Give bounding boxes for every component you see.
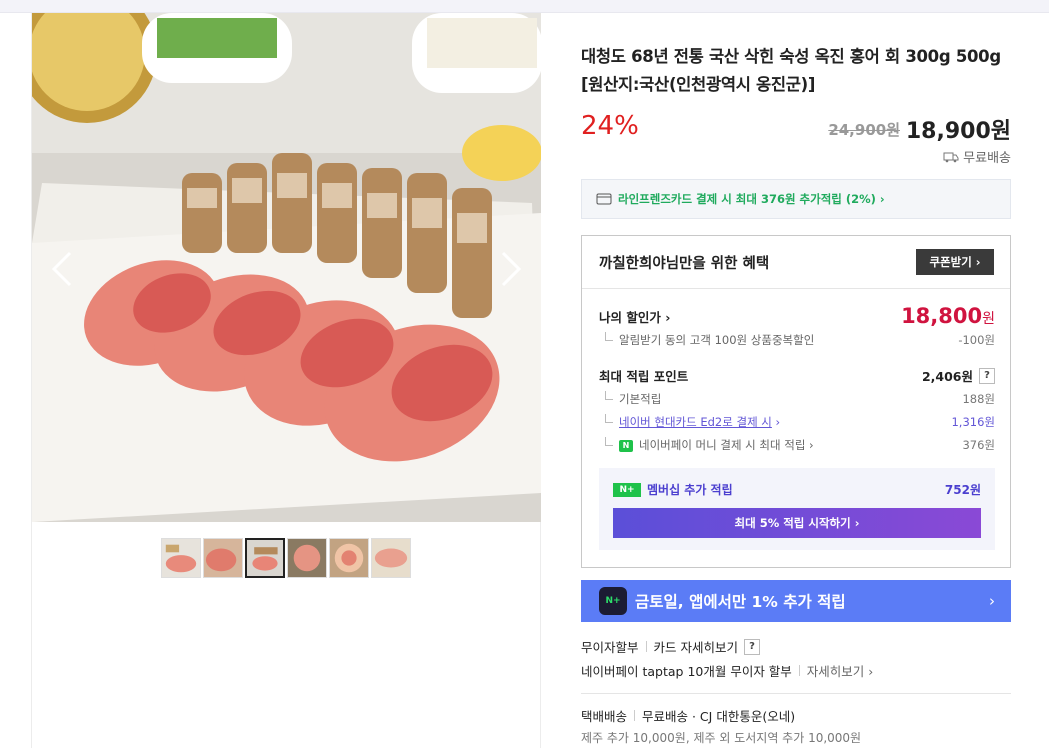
product-gallery [31, 13, 541, 748]
truck-icon [943, 152, 959, 162]
divider [645, 641, 647, 652]
alarm-discount-label: 알림받기 동의 고객 100원 상품중복할인 [599, 332, 814, 348]
benefit-box: 까칠한희야님만을 위한 혜택 쿠폰받기 › 나의 할인가 › 18,800원 알… [581, 235, 1011, 568]
app-promo-banner[interactable]: N+ 금토일, 앱에서만 1% 추가 적립 › [581, 580, 1011, 622]
npay-icon: N [619, 439, 633, 452]
base-points-row: 기본적립 188원 [599, 391, 995, 407]
membership-box: N+ 멤버십 추가 적립 752원 최대 5% 적립 시작하기 › [599, 468, 995, 550]
coupon-button[interactable]: 쿠폰받기 › [916, 249, 994, 275]
product-photo [32, 13, 541, 522]
discount-rate: 24% [581, 111, 639, 141]
chevron-right-icon [501, 251, 522, 287]
main-product-image [32, 13, 541, 522]
app-promo-text: 금토일, 앱에서만 1% 추가 적립 [635, 593, 846, 611]
installment-label: 무이자할부 [581, 640, 639, 655]
base-points-label: 기본적립 [599, 391, 661, 407]
naver-plus-app-icon: N+ [599, 587, 627, 615]
hyundai-card-row: 네이버 현대카드 Ed2로 결제 시 › 1,316원 [599, 414, 995, 430]
sale-price: 18,900원 [905, 119, 1011, 144]
gallery-next-button[interactable] [499, 249, 523, 289]
card-help-icon[interactable]: ? [744, 638, 760, 655]
my-price-value: 18,800원 [901, 304, 995, 328]
thumbnail-1[interactable] [161, 538, 201, 578]
card-promo-banner[interactable]: 라인프렌즈카드 결제 시 최대 376원 추가적립 (2%) › [581, 179, 1011, 219]
original-price: 24,900원 [828, 121, 900, 139]
my-price-row: 나의 할인가 › 18,800원 [599, 304, 995, 328]
chevron-left-icon [51, 251, 72, 287]
taptap-row: 네이버페이 taptap 10개월 무이자 할부 자세히보기 › [581, 661, 873, 680]
hyundai-card-link[interactable]: 네이버 현대카드 Ed2로 결제 시 [619, 415, 772, 429]
membership-label: 멤버십 추가 적립 [647, 483, 733, 497]
card-promo-text: 라인프렌즈카드 결제 시 최대 376원 추가적립 (2%) › [618, 192, 885, 206]
npay-money-label[interactable]: 네이버페이 머니 결제 시 최대 적립 › [639, 438, 814, 452]
hyundai-card-chevron: › [775, 415, 781, 429]
shipping-label: 무료배송 [963, 151, 1011, 166]
thumbnail-strip [161, 538, 411, 578]
thumbnail-2[interactable] [203, 538, 243, 578]
chevron-right-icon: › [989, 592, 995, 610]
delivery-extra-fee: 제주 추가 10,000원, 제주 외 도서지역 추가 10,000원 [581, 731, 862, 745]
delivery-label: 택배배송 [581, 709, 628, 724]
thumbnail-4[interactable] [287, 538, 327, 578]
base-points-value: 188원 [962, 392, 995, 406]
points-help-icon[interactable]: ? [979, 367, 995, 384]
hyundai-card-value: 1,316원 [951, 415, 995, 429]
thumbnail-3[interactable] [245, 538, 285, 578]
membership-value: 752원 [944, 483, 981, 497]
naver-plus-icon: N+ [613, 482, 641, 497]
divider [581, 693, 1011, 694]
top-bar [0, 0, 1049, 13]
alarm-discount-value: -100원 [958, 333, 995, 347]
delivery-info: 무료배송 · CJ 대한통운(오네) [642, 709, 796, 724]
my-price-label[interactable]: 나의 할인가 › [599, 307, 670, 326]
max-points-label: 최대 적립 포인트 [599, 369, 689, 384]
taptap-label: 네이버페이 taptap 10개월 무이자 할부 [581, 664, 792, 679]
membership-start-button[interactable]: 최대 5% 적립 시작하기 › [613, 508, 981, 538]
max-points-row: 최대 적립 포인트 2,406원 ? [599, 366, 995, 385]
npay-money-value: 376원 [962, 438, 995, 452]
credit-card-icon [596, 193, 612, 205]
thumbnail-5[interactable] [329, 538, 369, 578]
taptap-detail-link[interactable]: 자세히보기 › [807, 661, 873, 680]
divider [798, 665, 800, 676]
shipping-info: 무료배송 [943, 147, 1011, 166]
divider [582, 288, 1010, 289]
gallery-prev-button[interactable] [50, 249, 74, 289]
card-detail-link[interactable]: 카드 자세히보기 [654, 637, 738, 656]
installment-row: 무이자할부 카드 자세히보기 ? [581, 637, 760, 656]
benefit-heading: 까칠한희야님만을 위한 혜택 [599, 256, 770, 272]
max-points-value: 2,406원 [921, 369, 973, 384]
alarm-discount-row: 알림받기 동의 고객 100원 상품중복할인 -100원 [599, 332, 995, 348]
membership-row: N+ 멤버십 추가 적립 752원 [613, 481, 981, 498]
thumbnail-6[interactable] [371, 538, 411, 578]
delivery-row: 택배배송 무료배송 · CJ 대한통운(오네) [581, 706, 795, 725]
divider [634, 710, 636, 721]
npay-money-row: N 네이버페이 머니 결제 시 최대 적립 › 376원 [599, 437, 995, 453]
product-title: 대청도 68년 전통 국산 삭힌 숙성 옥진 홍어 회 300g 500g [원… [581, 47, 1001, 94]
